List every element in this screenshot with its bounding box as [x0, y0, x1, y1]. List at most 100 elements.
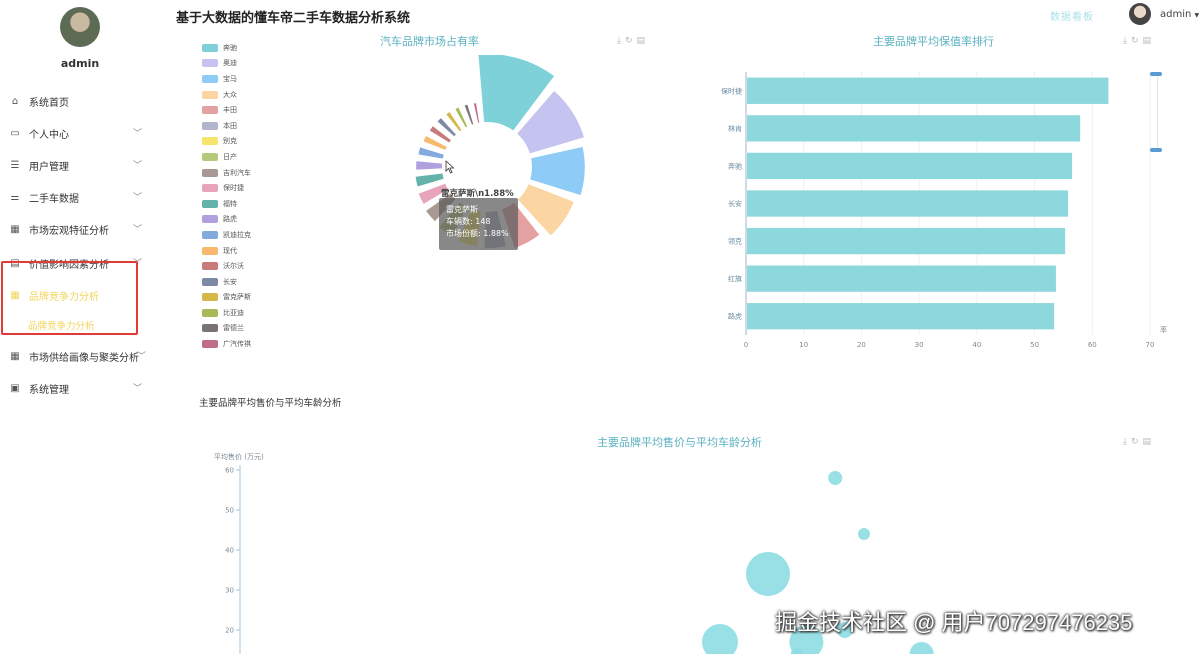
big-screen-link[interactable]: 数据看板	[1050, 8, 1094, 23]
legend-item[interactable]: 日产	[202, 149, 251, 165]
bar[interactable]	[747, 265, 1056, 292]
legend-item[interactable]: 本田	[202, 118, 251, 134]
legend-label: 别克	[223, 137, 237, 146]
bubble[interactable]	[702, 624, 738, 654]
bubble[interactable]	[746, 552, 790, 596]
download-icon[interactable]: ⤓	[617, 36, 625, 46]
sidebar-item-label: 价值影响因素分析	[29, 259, 109, 271]
legend-swatch	[202, 184, 218, 193]
sidebar-item-macro[interactable]: ▦ 市场宏观特征分析 ﹀	[0, 217, 160, 241]
slider-handle-bottom[interactable]	[1150, 148, 1162, 152]
bar-toolbox[interactable]: ⤓↻▤	[1123, 36, 1155, 46]
pie-slice[interactable]	[414, 159, 445, 172]
legend-item[interactable]: 宝马	[202, 71, 251, 87]
bubble[interactable]	[828, 471, 843, 485]
chevron-down-icon: ﹀	[132, 161, 142, 171]
user-name: admin	[1160, 9, 1192, 20]
legend-item[interactable]: 福特	[202, 196, 251, 212]
legend-item[interactable]: 大众	[202, 87, 251, 103]
caret-down-icon: ▼	[1194, 12, 1200, 19]
bubble-chart-title: 主要品牌平均售价与平均车龄分析	[597, 436, 762, 449]
legend-swatch	[202, 168, 218, 177]
sidebar-item-system[interactable]: ▣ 系统管理 ﹀	[0, 376, 160, 400]
legend-swatch	[202, 340, 218, 349]
legend-label: 福特	[223, 199, 237, 208]
legend-item[interactable]: 沃尔沃	[202, 258, 251, 274]
slider-track	[1157, 76, 1158, 148]
bar[interactable]	[747, 152, 1073, 180]
bar[interactable]	[747, 190, 1069, 217]
legend-item[interactable]: 路虎	[202, 212, 251, 228]
data-view-icon[interactable]: ▤	[637, 36, 650, 46]
refresh-icon[interactable]: ↻	[1131, 437, 1143, 447]
submenu-brand-competitiveness[interactable]: 品牌竞争力分析	[28, 318, 95, 332]
legend-item[interactable]: 长安	[202, 274, 251, 290]
download-icon[interactable]: ⤓	[1123, 437, 1131, 447]
legend-item[interactable]: 广汽传祺	[202, 336, 251, 352]
x-tick-label: 10	[799, 341, 808, 349]
sidebar-item-users[interactable]: ☰ 用户管理 ﹀	[0, 153, 160, 177]
y-tick-label: 40	[225, 547, 234, 555]
user-avatar[interactable]	[1129, 3, 1151, 25]
legend-swatch	[202, 152, 218, 161]
y-tick-label: 30	[225, 587, 234, 595]
sidebar: admin ⌂ 系统首页 ▭ 个人中心 ﹀ ☰ 用户管理 ﹀ ⚌ 二手车数据 ﹀…	[0, 0, 160, 654]
section-label: 主要品牌平均售价与平均车龄分析	[199, 398, 342, 409]
legend-item[interactable]: 丰田	[202, 102, 251, 118]
sidebar-item-label: 用户管理	[29, 161, 69, 173]
sidebar-item-cars[interactable]: ⚌ 二手车数据 ﹀	[0, 185, 160, 209]
data-view-icon[interactable]: ▤	[1143, 437, 1156, 447]
legend-item[interactable]: 吉利汽车	[202, 165, 251, 181]
refresh-icon[interactable]: ↻	[1131, 36, 1143, 46]
legend-swatch	[202, 199, 218, 208]
bar[interactable]	[747, 77, 1109, 104]
refresh-icon[interactable]: ↻	[625, 36, 637, 46]
y-tick-label: 60	[225, 467, 234, 475]
sidebar-item-home[interactable]: ⌂ 系统首页	[0, 89, 160, 113]
datazoom-slider[interactable]	[1150, 72, 1162, 152]
legend-item[interactable]: 凯迪拉克	[202, 227, 251, 243]
menu-icon: ☰	[10, 159, 20, 171]
bubble-toolbox[interactable]: ⤓↻▤	[1123, 437, 1155, 447]
legend-item[interactable]: 奔驰	[202, 40, 251, 56]
bubble[interactable]	[909, 642, 934, 654]
legend-label: 雷德兰	[223, 324, 244, 333]
legend-label: 现代	[223, 246, 237, 255]
sidebar-item-supply[interactable]: ▦ 市场供给画像与聚类分析 ﹀	[0, 344, 160, 368]
legend-label: 路虎	[223, 215, 237, 224]
pie-toolbox[interactable]: ⤓↻▤	[617, 36, 649, 46]
download-icon[interactable]: ⤓	[1123, 36, 1131, 46]
sidebar-item-personal[interactable]: ▭ 个人中心 ﹀	[0, 121, 160, 145]
grid-icon: ▦	[10, 223, 20, 235]
legend-item[interactable]: 奥迪	[202, 56, 251, 72]
legend-item[interactable]: 比亚迪	[202, 305, 251, 321]
legend-label: 沃尔沃	[223, 262, 244, 271]
page-title: 基于大数据的懂车帝二手车数据分析系统	[176, 11, 411, 26]
avatar[interactable]	[60, 7, 100, 47]
chevron-down-icon: ﹀	[132, 259, 142, 269]
legend-swatch	[202, 90, 218, 99]
chevron-down-icon: ﹀	[132, 129, 142, 139]
data-view-icon[interactable]: ▤	[1143, 36, 1156, 46]
legend-item[interactable]: 保时捷	[202, 180, 251, 196]
legend-swatch	[202, 43, 218, 52]
legend-item[interactable]: 别克	[202, 134, 251, 150]
bar[interactable]	[747, 227, 1066, 255]
bar[interactable]	[747, 115, 1081, 142]
x-tick-label: 0	[744, 341, 748, 349]
sidebar-item-label: 品牌竞争力分析	[29, 291, 99, 303]
slider-handle-top[interactable]	[1150, 72, 1162, 76]
legend-item[interactable]: 雷克萨斯	[202, 290, 251, 306]
legend-item[interactable]: 现代	[202, 243, 251, 259]
legend-label: 本田	[223, 121, 237, 130]
grid-icon: ▦	[10, 289, 20, 301]
bar[interactable]	[747, 303, 1055, 330]
legend-swatch	[202, 106, 218, 115]
legend-swatch	[202, 246, 218, 255]
sidebar-item-value[interactable]: ▤ 价值影响因素分析 ﹀	[0, 251, 160, 275]
legend-item[interactable]: 雷德兰	[202, 321, 251, 337]
bubble[interactable]	[858, 528, 870, 540]
y-tick-label: 长安	[728, 199, 742, 208]
sidebar-item-brand[interactable]: ▦ 品牌竞争力分析	[0, 283, 160, 307]
user-menu[interactable]: admin ▼	[1160, 9, 1199, 20]
